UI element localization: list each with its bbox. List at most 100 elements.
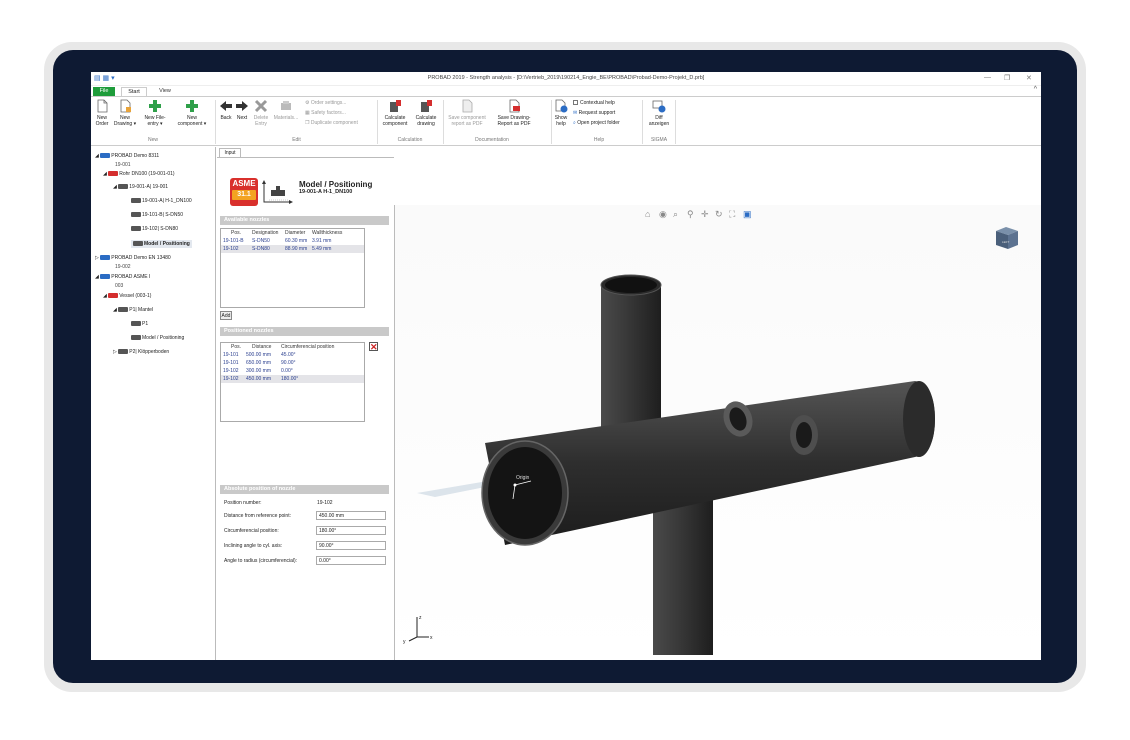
circumferencial-input[interactable]: 180.00° [316,526,386,535]
tree-node-s-dn50[interactable]: 19-101-B| S-DN50 [131,212,183,218]
tree-label: PROBAD Demo EN 13480 [111,255,171,261]
new-drawing-button[interactable]: New Drawing ▾ [113,99,137,127]
calculate-component-button[interactable]: Calculate component [380,99,410,127]
available-nozzles-header: Available nozzles [220,216,389,225]
tree-node-subtitle: 19-001 [115,162,131,168]
head-icon [118,349,129,355]
available-nozzles-list[interactable]: Pos. Designation Diameter Wallthickness … [220,228,365,308]
tree-node-rohr[interactable]: ◢ Rohr DN100 (19-001-01) [103,171,175,177]
tree-node-model-positioning-2[interactable]: Model / Positioning [131,335,184,341]
pipe-icon [118,307,129,313]
safety-factors-label: Safety factors... [311,110,346,116]
open-project-folder-button[interactable]: ⌕ Open project folder [573,120,620,126]
cell-designation: S-DN50 [252,238,270,244]
tree-node-subtitle: 003 [115,283,124,289]
tab-view[interactable]: View [153,87,177,96]
group-label-sigma: SIGMA [650,137,668,143]
request-support-label: Request support [578,110,616,116]
cell-pos: 19-102 [223,376,239,382]
delete-entry-button[interactable]: Delete Entry [252,99,270,127]
axis-x-label: x [430,635,433,641]
tree-node-p1[interactable]: P1 [131,321,148,327]
delete-nozzle-button[interactable]: ✕ [369,342,378,352]
list-item[interactable]: 19-101-B S-DN50 60.30 mm 3.91 mm [221,237,364,245]
collapse-ribbon-icon[interactable]: ^ [1034,86,1037,93]
tree-node-19-001[interactable]: ◢ 19-001-A| 19-001 [113,184,168,190]
calculate-drawing-button[interactable]: Calculate drawing [413,99,439,127]
contextual-help-checkbox[interactable]: Contextual help [573,100,615,106]
document-icon [95,99,109,113]
materials-button[interactable]: Materials... [273,99,299,121]
tree-node-vessel[interactable]: ◢ Vessel (003-1) [103,293,151,299]
distance-input[interactable]: 450.00 mm [316,511,386,520]
add-nozzle-button[interactable]: Add [220,311,232,320]
new-component-button[interactable]: New component ▾ [175,99,209,127]
tree-node-probad-demo-en13480[interactable]: ▷ PROBAD Demo EN 13480 [95,255,171,261]
calculate-drawing-label: Calculate drawing [415,115,437,127]
new-file-entry-label: New File-entry ▾ [144,115,166,127]
order-settings-button[interactable]: ⚙ Order settings... [305,100,346,106]
tree-node-mantel[interactable]: ◢ P1| Mantel [113,307,153,313]
col-pos: Pos. [231,230,242,236]
table-row[interactable]: 19-101 500.00 mm 45.00° [221,351,364,359]
col-distance: Distance [252,344,272,350]
show-help-button[interactable]: Show help [554,99,568,127]
3d-viewport[interactable]: ⌂ ◉ ⌕ ⚲ ✛ ↻ ⛶ ▣ LEFT Origin z x y [394,205,1041,660]
minimize-button[interactable]: — [984,74,991,81]
delete-icon [254,99,268,113]
cell-diameter: 60.30 mm [285,238,308,244]
inclining-angle-input[interactable]: 90.00° [316,541,386,550]
tree-node-s-dn80[interactable]: 19-102| S-DN80 [131,226,178,232]
request-support-button[interactable]: ✉ Request support [573,110,615,116]
cell-distance: 300.00 mm [246,368,272,374]
table-row-selected[interactable]: 19-102 450.00 mm 180.00° [221,375,364,383]
cell-wallthickness: 3.91 mm [312,238,332,244]
axis-y-label: y [403,639,406,645]
checkbox-icon [573,100,578,106]
position-number-label: Position number: [224,500,262,506]
open-project-folder-label: Open project folder [577,120,620,126]
tree-node-probad-demo-8311[interactable]: ◢ PROBAD Demo 8311 [95,153,159,159]
calculator-icon [419,99,433,113]
ribbon-tabs: File Start View ^ [91,86,1041,96]
save-component-report-button[interactable]: Save component report as PDF [446,99,488,127]
positioned-nozzles-list[interactable]: Pos. Distance Circumferencial position 1… [220,342,365,422]
project-tree: ◢ PROBAD Demo 8311 19-001 ◢ Rohr DN100 (… [91,147,216,660]
materials-icon [279,99,293,113]
list-item-selected[interactable]: 19-102 S-DN80 88.90 mm 5.49 mm [221,245,364,253]
duplicate-component-label: Duplicate component [310,120,358,126]
tab-input[interactable]: Input [219,148,241,157]
duplicate-component-button[interactable]: ❐ Duplicate component [305,120,358,126]
table-row[interactable]: 19-101 650.00 mm 90.00° [221,359,364,367]
new-file-entry-button[interactable]: New File-entry ▾ [141,99,169,127]
back-button[interactable]: Back [219,99,233,121]
maximize-button[interactable]: ❐ [1004,74,1010,82]
group-separator [675,100,676,144]
save-drawing-report-button[interactable]: Save Drawing-Report as PDF [491,99,537,127]
tree-label: 19-001-A| 19-001 [129,184,169,190]
cell-pos: 19-101-B [223,238,244,244]
arrow-right-icon [235,99,249,113]
tree-node-probad-asme-i[interactable]: ◢ PROBAD ASME I [95,274,150,280]
tree-label: P1| Mantel [129,307,154,313]
close-button[interactable]: ✕ [1026,74,1032,82]
save-component-report-label: Save component report as PDF [448,115,486,127]
tab-start[interactable]: Start [121,87,147,96]
safety-factors-button[interactable]: ▦ Safety factors... [305,110,346,116]
diff-icon [652,99,666,113]
tree-node-model-positioning[interactable]: Model / Positioning [131,240,192,248]
calculate-component-label: Calculate component [382,115,408,127]
next-button[interactable]: Next [235,99,249,121]
angle-to-radius-input[interactable]: 0.00° [316,556,386,565]
new-order-button[interactable]: New Order [93,99,111,127]
title-bar: ▤ ▦ ▾ PROBAD 2019 - Strength analysis - … [91,72,1041,86]
positioning-diagram-icon [262,180,293,204]
asme-icon [108,293,119,299]
diff-button[interactable]: Diff anzeigen [647,99,671,127]
tab-file[interactable]: File [93,87,115,96]
tree-node-kloepperboden[interactable]: ▷ P2| Klöpperboden [113,349,169,355]
table-row[interactable]: 19-102 300.00 mm 0.00° [221,367,364,375]
tree-node-h1-dn100[interactable]: 19-001-A| H-1_DN100 [131,198,192,204]
circumferencial-label: Circumferencial position: [224,528,279,534]
pipe-icon [131,226,141,232]
